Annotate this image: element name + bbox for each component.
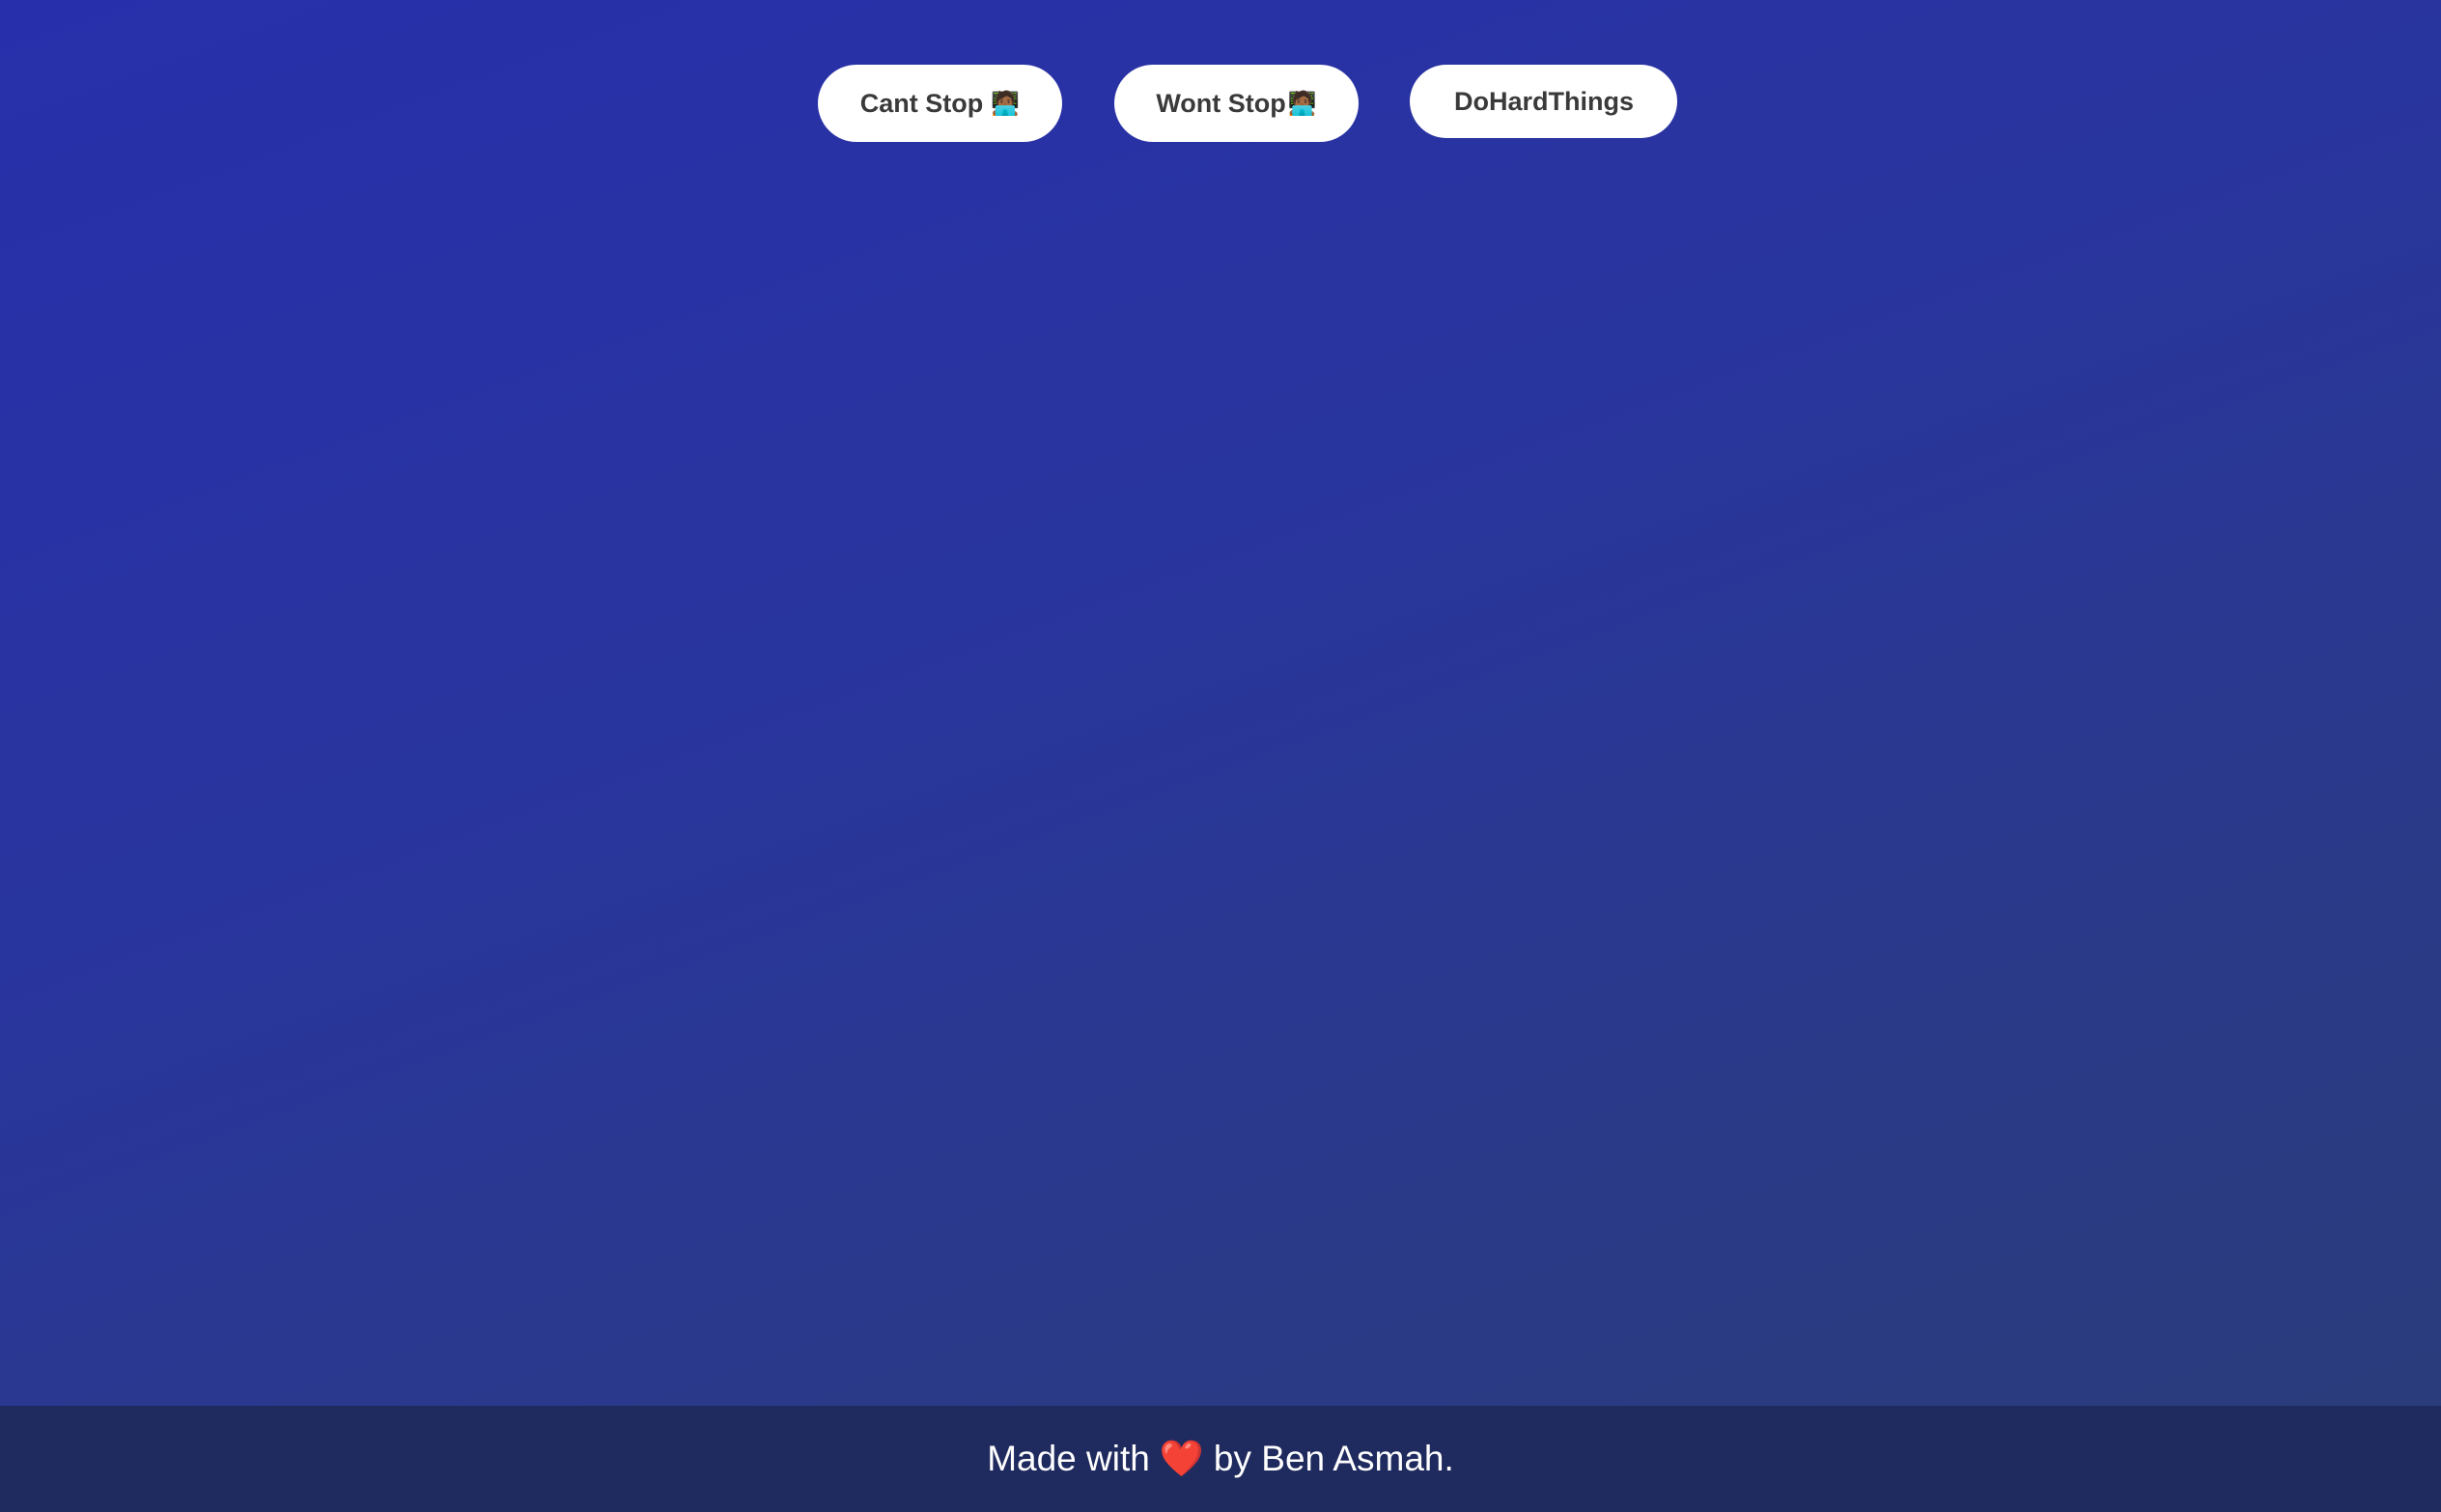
heart-icon: ❤️ — [1159, 1438, 1204, 1478]
footer-suffix: by Ben Asmah. — [1213, 1439, 1454, 1478]
technologist-icon: 🧑🏾‍💻 — [991, 90, 1021, 117]
wont-stop-label: Wont Stop — [1156, 88, 1286, 118]
technologist-icon: 🧑🏾‍💻 — [1287, 90, 1317, 117]
footer: Made with ❤️ by Ben Asmah. — [0, 1406, 2441, 1512]
top-bar: Cant Stop 🧑🏾‍💻 Wont Stop 🧑🏾‍💻 — [0, 65, 2441, 142]
cant-stop-label: Cant Stop — [859, 88, 984, 118]
cant-stop-button[interactable]: Cant Stop 🧑🏾‍💻 — [818, 65, 1062, 142]
text-input[interactable] — [1410, 65, 1677, 138]
wont-stop-button[interactable]: Wont Stop 🧑🏾‍💻 — [1114, 65, 1359, 142]
footer-prefix: Made with — [987, 1439, 1150, 1478]
